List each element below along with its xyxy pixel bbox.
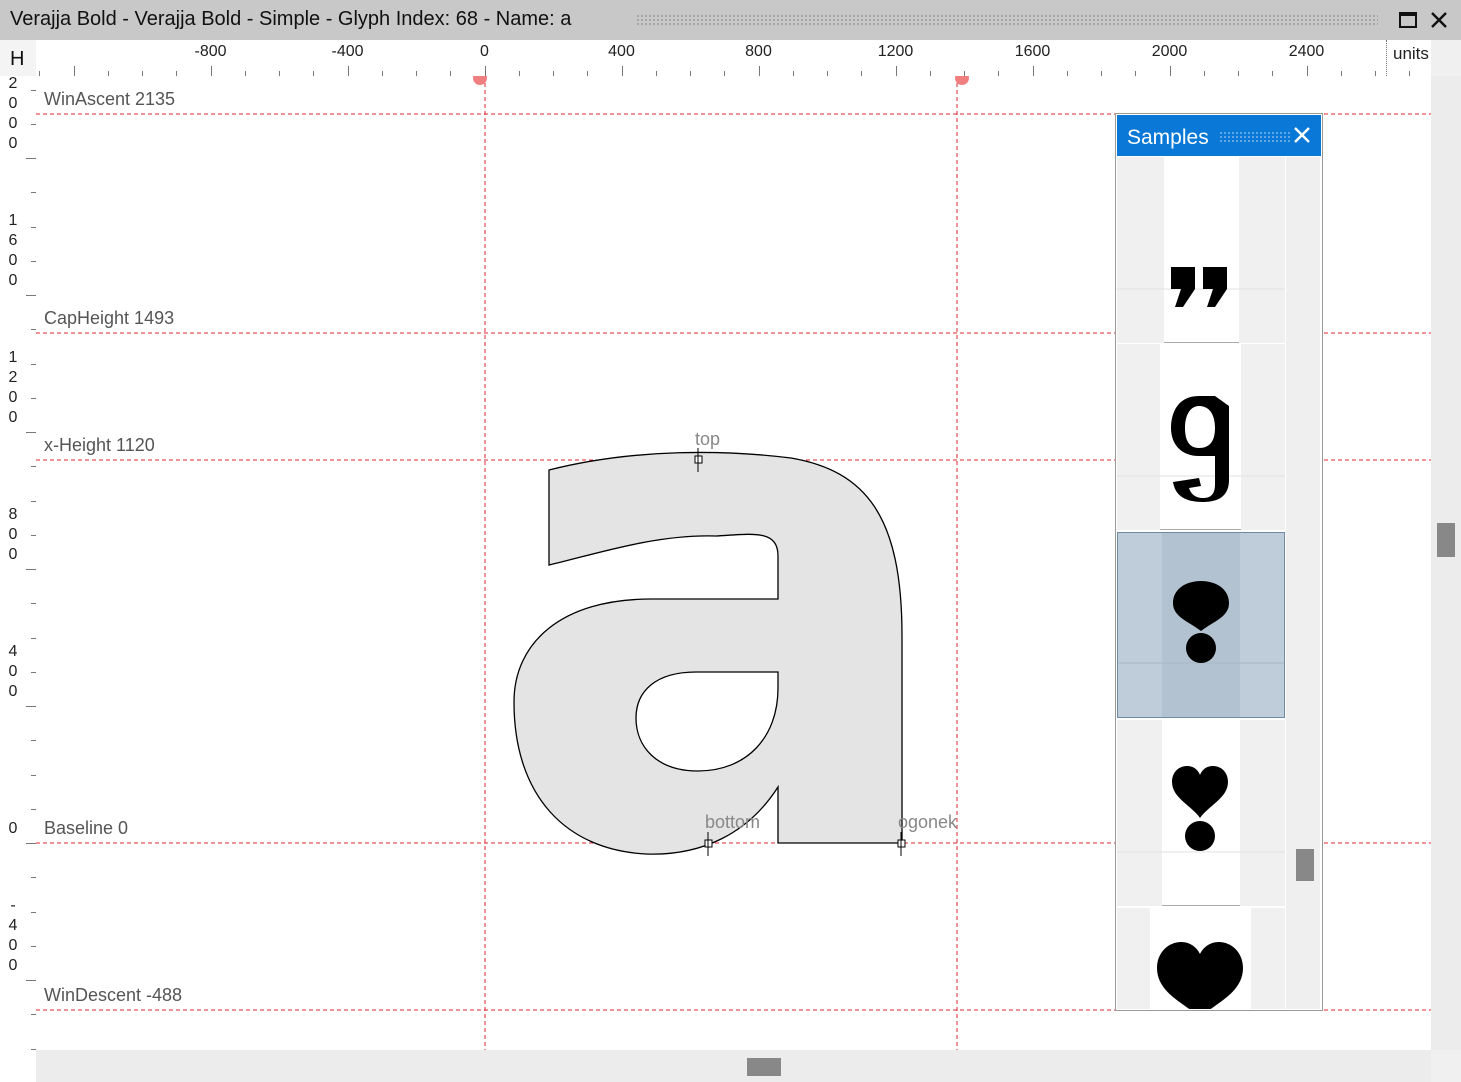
- ruler-label: -400: [8, 897, 18, 974]
- vertical-ruler[interactable]: 2000 1600 1200 800 400 0 -400: [0, 76, 36, 1082]
- ruler-tick: [347, 66, 349, 76]
- sample-quotedblright-glyph: [1117, 157, 1285, 343]
- sample-item-quotedblright[interactable]: [1117, 157, 1285, 343]
- samples-vertical-scroll-thumb[interactable]: [1296, 849, 1314, 881]
- ruler-tick: [26, 432, 36, 433]
- samples-header[interactable]: Samples: [1117, 115, 1321, 156]
- ruler-label: -400: [331, 43, 364, 60]
- samples-close-icon[interactable]: [1287, 120, 1317, 150]
- ruler-tick: [26, 295, 36, 296]
- ruler-tick: [1169, 66, 1171, 76]
- ruler-corner: H: [0, 40, 36, 76]
- anchor-ogonek-label: ogonek: [898, 812, 958, 832]
- title-bar: Verajja Bold - Verajja Bold - Simple - G…: [0, 0, 1461, 40]
- canvas-vertical-scrollbar[interactable]: [1431, 76, 1461, 1050]
- sample-heart-exclamation-glyph: [1117, 720, 1285, 906]
- ruler-label: 800: [8, 506, 18, 563]
- maximize-icon[interactable]: [1394, 6, 1422, 34]
- ruler-tick: [758, 66, 760, 76]
- ruler-tick: [210, 66, 212, 76]
- ruler-tick: [621, 66, 623, 76]
- sample-item-g-variant[interactable]: [1117, 344, 1285, 530]
- xheight-label: x-Height 1120: [44, 435, 155, 455]
- canvas-horizontal-scrollbar[interactable]: [36, 1050, 1431, 1082]
- sample-exclam-ornament-glyph: [1118, 533, 1284, 717]
- winascent-label: WinAscent 2135: [44, 89, 176, 109]
- sample-item-heart-exclamation[interactable]: [1117, 720, 1285, 906]
- ruler-label: 400: [608, 43, 635, 60]
- ruler-label: 2000: [8, 76, 18, 152]
- ruler-label: 1600: [8, 212, 18, 289]
- samples-title: Samples: [1127, 126, 1209, 149]
- ruler-tick: [895, 66, 897, 76]
- ruler-divider: [1386, 40, 1387, 76]
- canvas-horizontal-scroll-thumb[interactable]: [747, 1058, 781, 1076]
- ruler-label: 400: [8, 643, 18, 700]
- ruler-label: 2000: [1151, 43, 1188, 60]
- ruler-label: 1600: [1014, 43, 1051, 60]
- ruler-tick: [73, 66, 75, 76]
- ruler-label: -800: [194, 43, 227, 60]
- ruler-tick: [1032, 66, 1034, 76]
- title-bar-grip[interactable]: [636, 14, 1378, 26]
- window-title: Verajja Bold - Verajja Bold - Simple - G…: [10, 8, 572, 30]
- close-icon[interactable]: [1425, 6, 1453, 34]
- glyph-outline-a: [513, 451, 903, 855]
- anchor-top-label: top: [695, 429, 721, 449]
- ruler-tick: [26, 569, 36, 570]
- samples-list[interactable]: [1117, 157, 1285, 1009]
- sample-item-exclam-ornament[interactable]: [1117, 532, 1285, 718]
- ruler-label: 1200: [8, 349, 18, 426]
- ruler-tick: [26, 843, 36, 844]
- canvas-vertical-scroll-thumb[interactable]: [1437, 523, 1455, 557]
- sample-item-heart[interactable]: [1117, 908, 1285, 1009]
- ruler-label: 800: [745, 43, 772, 60]
- units-label: units: [1393, 44, 1429, 63]
- samples-grip[interactable]: [1219, 131, 1291, 143]
- baseline-label: Baseline 0: [44, 818, 129, 838]
- capheight-label: CapHeight 1493: [44, 308, 175, 328]
- horizontal-ruler[interactable]: -800 -400 0 400 800 1200 1600 2000 2400: [36, 40, 1431, 76]
- ruler-tick: [484, 66, 486, 76]
- ruler-tick: [26, 158, 36, 159]
- anchor-bottom-label: bottom: [705, 812, 761, 832]
- ruler-label: 0: [480, 43, 489, 60]
- windescent-label: WinDescent -488: [44, 985, 183, 1005]
- ruler-corner-label: H: [10, 48, 25, 70]
- ruler-label: 2400: [1288, 43, 1325, 60]
- ruler-tick: [1306, 66, 1308, 76]
- samples-panel: Samples: [1115, 113, 1323, 1011]
- ruler-label: 1200: [877, 43, 914, 60]
- ruler-tick: [26, 706, 36, 707]
- samples-vertical-scrollbar[interactable]: [1286, 157, 1320, 1009]
- ruler-tick: [26, 980, 36, 981]
- sample-g-variant-glyph: [1117, 344, 1285, 530]
- sample-heart-glyph: [1117, 908, 1285, 1009]
- ruler-label: 0: [8, 820, 18, 837]
